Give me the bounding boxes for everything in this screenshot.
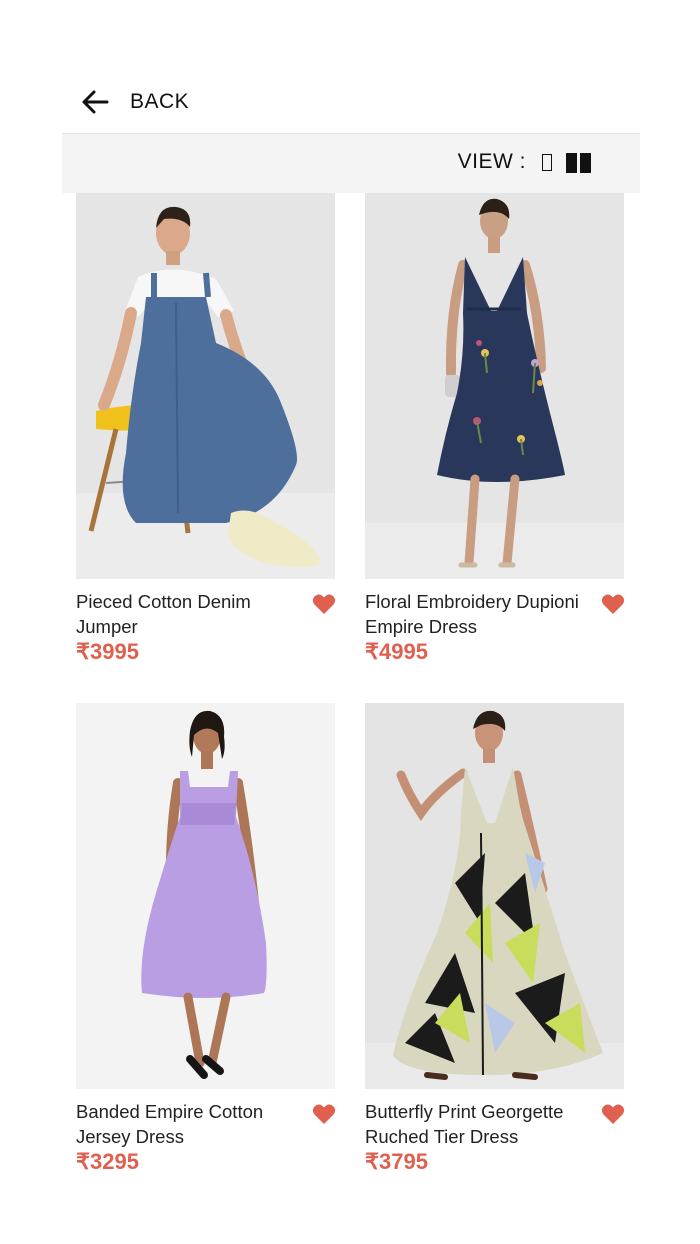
product-card[interactable]: Floral Embroidery Dupioni Empire Dress ₹… xyxy=(365,193,625,664)
product-image[interactable] xyxy=(365,703,624,1089)
product-name[interactable]: Butterfly Print Georgette Ruched Tier Dr… xyxy=(365,1099,590,1149)
heart-icon[interactable] xyxy=(601,593,625,615)
app-header: BACK xyxy=(0,0,700,134)
product-name[interactable]: Pieced Cotton Denim Jumper xyxy=(76,589,301,639)
product-price: ₹3795 xyxy=(365,1149,428,1174)
product-image[interactable] xyxy=(365,193,624,579)
product-price: ₹3295 xyxy=(76,1149,139,1174)
back-button[interactable]: BACK xyxy=(80,84,189,120)
product-name[interactable]: Banded Empire Cotton Jersey Dress xyxy=(76,1099,301,1149)
product-price: ₹4995 xyxy=(365,639,428,664)
product-card[interactable]: Butterfly Print Georgette Ruched Tier Dr… xyxy=(365,703,625,1174)
product-image[interactable] xyxy=(76,193,335,579)
product-image[interactable] xyxy=(76,703,335,1089)
product-card[interactable]: Pieced Cotton Denim Jumper ₹3995 xyxy=(76,193,336,664)
single-column-view-icon[interactable] xyxy=(542,154,552,171)
view-label: VIEW : xyxy=(457,150,526,173)
heart-icon[interactable] xyxy=(601,1103,625,1125)
product-name[interactable]: Floral Embroidery Dupioni Empire Dress xyxy=(365,589,590,639)
back-label: BACK xyxy=(130,90,190,113)
heart-icon[interactable] xyxy=(312,593,336,615)
view-toolbar: VIEW : xyxy=(62,134,640,193)
arrow-left-icon xyxy=(82,90,109,114)
product-card[interactable]: Banded Empire Cotton Jersey Dress ₹3295 xyxy=(76,703,336,1174)
grid-view-icon[interactable] xyxy=(566,153,592,173)
heart-icon[interactable] xyxy=(312,1103,336,1125)
product-price: ₹3995 xyxy=(76,639,139,664)
